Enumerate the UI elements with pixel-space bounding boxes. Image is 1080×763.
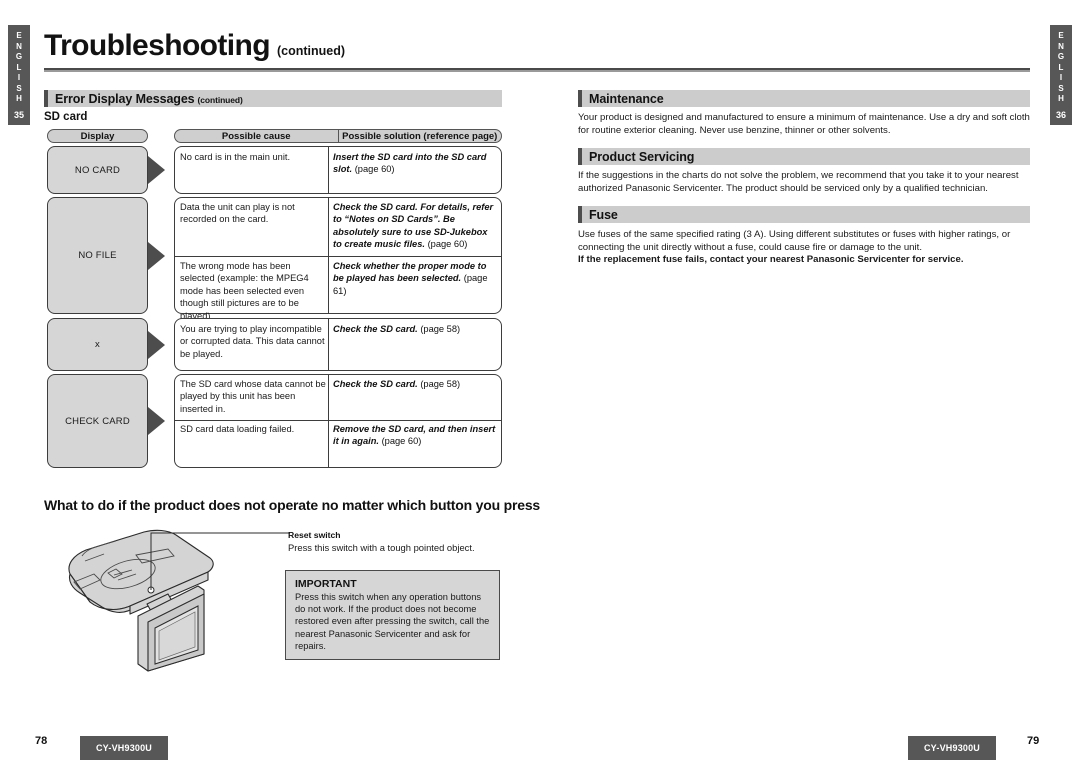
solution-bold: Check the SD card. For details, refer to… xyxy=(333,202,494,225)
reset-section-heading: What to do if the product does not opera… xyxy=(44,497,541,513)
table-header-cause-solution: Possible cause Possible solution (refere… xyxy=(174,129,502,143)
display-code-box: x xyxy=(47,318,148,371)
product-illustration xyxy=(68,529,290,672)
section-bar-accent xyxy=(44,90,48,107)
display-code-box: CHECK CARD xyxy=(47,374,148,468)
model-chip-right: CY-VH9300U xyxy=(908,736,996,760)
important-callout-title: IMPORTANT xyxy=(295,578,357,590)
solution-bold: Check the SD card. xyxy=(333,324,418,334)
language-tab-left-number: 35 xyxy=(13,110,24,120)
solution-text: Check the SD card. (page 58) xyxy=(333,323,496,335)
row-entry-divider xyxy=(175,256,501,257)
table-header-display: Display xyxy=(47,129,148,143)
solution-text: Check whether the proper mode to be play… xyxy=(333,260,496,297)
subheading-sd-card: SD card xyxy=(44,111,88,123)
cause-text: Data the unit can play is not recorded o… xyxy=(180,202,295,225)
flow-arrow-icon xyxy=(148,156,165,184)
language-tab-right-number: 36 xyxy=(1055,110,1066,120)
page-title-continued: (continued) xyxy=(276,44,346,58)
page-title: Troubleshooting (continued) xyxy=(44,30,345,62)
solution-text: Check the SD card. (page 58) xyxy=(333,378,496,390)
row-column-divider xyxy=(328,147,329,193)
row-column-divider xyxy=(328,319,329,370)
display-code-box: NO FILE xyxy=(47,197,148,314)
flow-arrow-icon xyxy=(148,407,165,435)
section-bar-product-servicing: Product Servicing xyxy=(578,148,1030,165)
section-bar-error-display: Error Display Messages (continued) xyxy=(44,90,502,107)
important-callout-text: Press this switch when any operation but… xyxy=(295,592,490,651)
solution-reference: (page 60) xyxy=(352,164,395,175)
reset-switch-label: Reset switch xyxy=(288,530,341,540)
solution-text: Remove the SD card, and then insert it i… xyxy=(333,423,497,448)
manual-page: ENGLISH 35 ENGLISH 36 Troubleshooting (c… xyxy=(0,0,1080,763)
fuse-body: Use fuses of the same specified rating (… xyxy=(578,229,1011,253)
row-entry-divider xyxy=(175,420,501,421)
product-servicing-body: If the suggestions in the charts do not … xyxy=(578,170,1019,194)
flow-arrow-icon xyxy=(148,242,165,270)
section-bar-fuse-label: Fuse xyxy=(589,207,618,222)
reset-switch-description: Press this switch with a tough pointed o… xyxy=(288,542,475,553)
title-divider-rule xyxy=(44,68,1030,72)
section-bar-fuse: Fuse xyxy=(578,206,1030,223)
cause-text: The SD card whose data cannot be played … xyxy=(180,379,326,414)
table-header-solution: Possible solution (reference page) xyxy=(342,130,498,142)
solution-bold: Check the SD card. xyxy=(333,379,418,389)
solution-reference: (page 60) xyxy=(424,239,468,250)
language-tab-right-letters: ENGLISH xyxy=(1057,31,1065,103)
solution-reference: (page 58) xyxy=(417,379,461,389)
footer-page-number-right: 79 xyxy=(1027,735,1040,747)
language-tab-right: ENGLISH 36 xyxy=(1050,25,1072,125)
cause-text: The wrong mode has been selected (exampl… xyxy=(180,261,309,321)
important-callout-box: IMPORTANT Press this switch when any ope… xyxy=(285,570,500,660)
maintenance-body: Your product is designed and manufacture… xyxy=(578,112,1030,136)
footer-page-number-left: 78 xyxy=(35,735,48,747)
table-header-cause: Possible cause xyxy=(221,130,291,142)
solution-text: Check the SD card. For details, refer to… xyxy=(333,201,498,251)
fuse-body-bold: If the replacement fuse fails, contact y… xyxy=(578,254,964,265)
flow-arrow-icon xyxy=(148,331,165,359)
cause-text: You are trying to play incompatible or c… xyxy=(180,324,325,359)
section-bar-maintenance-label: Maintenance xyxy=(589,91,664,106)
page-title-text: Troubleshooting xyxy=(44,29,271,62)
display-code-box: NO CARD xyxy=(47,146,148,194)
section-bar-accent xyxy=(578,90,582,107)
section-bar-accent xyxy=(578,206,582,223)
language-tab-left: ENGLISH 35 xyxy=(8,25,30,125)
section-bar-maintenance: Maintenance xyxy=(578,90,1030,107)
language-tab-left-letters: ENGLISH xyxy=(15,31,23,103)
section-bar-product-servicing-label: Product Servicing xyxy=(589,149,695,164)
section-bar-accent xyxy=(578,148,582,165)
cause-text: No card is in the main unit. xyxy=(180,152,291,162)
solution-text: Insert the SD card into the SD card slot… xyxy=(333,151,496,176)
solution-reference: (page 58) xyxy=(417,324,461,334)
solution-reference: (page 60) xyxy=(378,436,422,447)
model-chip-left: CY-VH9300U xyxy=(80,736,168,760)
row-column-divider xyxy=(328,375,329,467)
cause-text: SD card data loading failed. xyxy=(180,424,295,434)
section-bar-error-display-label: Error Display Messages (continued) xyxy=(55,91,243,106)
